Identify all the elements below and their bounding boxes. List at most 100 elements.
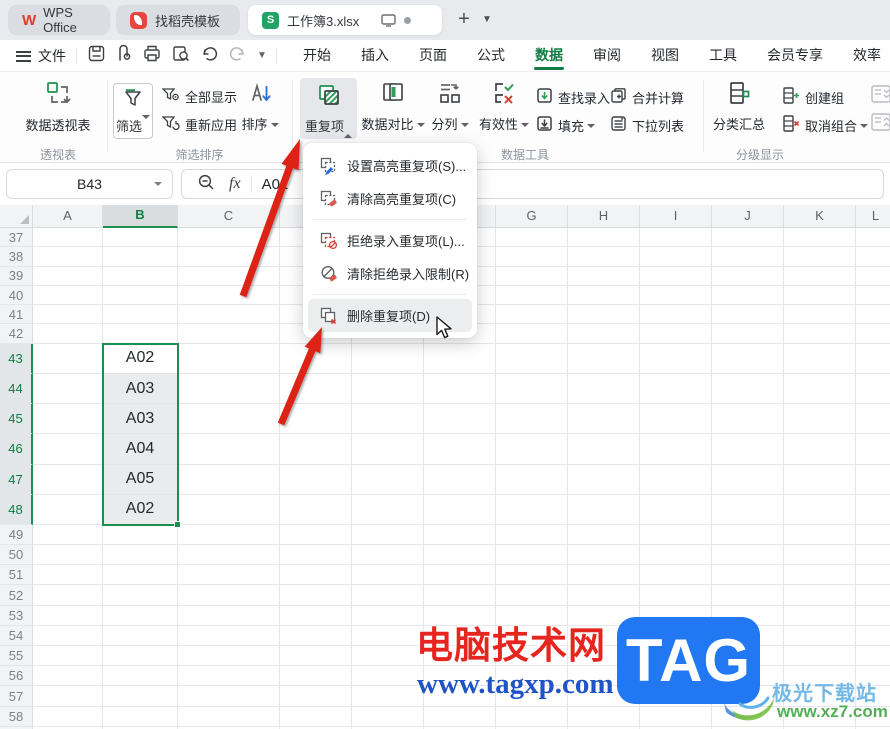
cell-J49[interactable] xyxy=(712,524,784,546)
cell-A38[interactable] xyxy=(33,247,103,267)
cell-L56[interactable] xyxy=(856,666,890,687)
cell-C49[interactable] xyxy=(178,524,280,546)
cell-B44[interactable]: A03 xyxy=(103,373,178,405)
cell-K42[interactable] xyxy=(784,324,856,344)
cell-C39[interactable] xyxy=(178,266,280,286)
cell-H58[interactable] xyxy=(568,706,640,727)
cell-G48[interactable] xyxy=(496,494,568,525)
cell-J46[interactable] xyxy=(712,434,784,465)
cell-K37[interactable] xyxy=(784,228,856,248)
cell-D43[interactable] xyxy=(280,343,352,374)
consolidate-button[interactable]: 合并计算 xyxy=(610,87,684,107)
cell-K41[interactable] xyxy=(784,305,856,325)
cell-J38[interactable] xyxy=(712,247,784,267)
cell-C53[interactable] xyxy=(178,605,280,626)
cell-E51[interactable] xyxy=(352,565,424,586)
cell-A43[interactable] xyxy=(33,343,103,374)
cell-H37[interactable] xyxy=(568,228,640,248)
hide-detail-icon[interactable] xyxy=(871,113,890,134)
cell-L44[interactable] xyxy=(856,374,890,405)
cell-E57[interactable] xyxy=(352,686,424,707)
cell-I54[interactable] xyxy=(640,625,712,647)
cell-E48[interactable] xyxy=(352,494,424,525)
ribbon-tab-审阅[interactable]: 审阅 xyxy=(578,40,636,72)
cell-L47[interactable] xyxy=(856,465,890,495)
row-header-49[interactable]: 49 xyxy=(0,524,33,546)
cell-K53[interactable] xyxy=(784,605,856,626)
cell-E58[interactable] xyxy=(352,706,424,727)
cell-J48[interactable] xyxy=(712,494,784,525)
cell-A58[interactable] xyxy=(33,706,103,727)
cell-C47[interactable] xyxy=(178,464,280,495)
cell-F43[interactable] xyxy=(424,343,496,374)
cell-I40[interactable] xyxy=(640,285,712,306)
create-group-button[interactable]: 创建组 xyxy=(782,87,844,107)
row-header-43[interactable]: 43 xyxy=(0,343,33,374)
cell-G54[interactable] xyxy=(496,625,568,647)
cell-H47[interactable] xyxy=(568,464,640,495)
undo-icon[interactable] xyxy=(201,46,218,62)
cell-I44[interactable] xyxy=(640,373,712,405)
cell-B41[interactable] xyxy=(103,305,178,325)
cell-J51[interactable] xyxy=(712,565,784,586)
cell-L50[interactable] xyxy=(856,545,890,566)
cell-H57[interactable] xyxy=(568,686,640,707)
cell-H50[interactable] xyxy=(568,545,640,566)
ribbon-tab-公式[interactable]: 公式 xyxy=(462,40,520,72)
cell-C55[interactable] xyxy=(178,646,280,667)
ribbon-tab-视图[interactable]: 视图 xyxy=(636,40,694,72)
cell-K46[interactable] xyxy=(784,434,856,465)
cell-H38[interactable] xyxy=(568,247,640,267)
cell-K47[interactable] xyxy=(784,464,856,495)
cell-L39[interactable] xyxy=(856,267,890,286)
cell-K57[interactable] xyxy=(784,686,856,707)
row-header-57[interactable]: 57 xyxy=(0,686,33,707)
cell-K45[interactable] xyxy=(784,404,856,435)
cell-C58[interactable] xyxy=(178,706,280,727)
tab-list-chevron-icon[interactable]: ▼ xyxy=(482,14,492,25)
cell-G56[interactable] xyxy=(496,666,568,687)
cell-E43[interactable] xyxy=(352,343,424,374)
cell-D54[interactable] xyxy=(280,625,352,647)
row-header-39[interactable]: 39 xyxy=(0,266,33,286)
cell-G47[interactable] xyxy=(496,464,568,495)
row-header-58[interactable]: 58 xyxy=(0,706,33,727)
cell-F53[interactable] xyxy=(424,605,496,626)
ungroup-button[interactable]: 取消组合 xyxy=(782,115,869,135)
cell-L42[interactable] xyxy=(856,324,890,344)
cell-F57[interactable] xyxy=(424,686,496,707)
cell-J54[interactable] xyxy=(712,625,784,647)
formula-input[interactable]: fx A02 xyxy=(181,169,884,199)
row-header-53[interactable]: 53 xyxy=(0,605,33,626)
cell-I47[interactable] xyxy=(640,464,712,495)
cell-B48[interactable]: A02 xyxy=(103,494,178,525)
export-pdf-icon[interactable] xyxy=(116,45,132,62)
cell-H54[interactable] xyxy=(568,625,640,647)
col-header-G[interactable]: G xyxy=(496,205,568,228)
row-header-55[interactable]: 55 xyxy=(0,646,33,667)
cell-L48[interactable] xyxy=(856,495,890,525)
file-menu[interactable]: 文件 xyxy=(16,46,66,66)
cell-D45[interactable] xyxy=(280,404,352,435)
new-tab-button[interactable]: + xyxy=(452,8,476,31)
cell-G44[interactable] xyxy=(496,373,568,405)
cell-J43[interactable] xyxy=(712,343,784,374)
cell-A53[interactable] xyxy=(33,605,103,626)
cell-E47[interactable] xyxy=(352,464,424,495)
cell-C42[interactable] xyxy=(178,324,280,344)
cell-F47[interactable] xyxy=(424,464,496,495)
cell-J47[interactable] xyxy=(712,464,784,495)
cell-C48[interactable] xyxy=(178,494,280,525)
cell-L40[interactable] xyxy=(856,286,890,306)
cell-F55[interactable] xyxy=(424,646,496,667)
cell-J50[interactable] xyxy=(712,545,784,566)
cell-L43[interactable] xyxy=(856,344,890,374)
row-header-37[interactable]: 37 xyxy=(0,228,33,248)
cell-F44[interactable] xyxy=(424,373,496,405)
cell-I52[interactable] xyxy=(640,585,712,606)
cell-J57[interactable] xyxy=(712,686,784,707)
cell-G37[interactable] xyxy=(496,228,568,248)
cell-J58[interactable] xyxy=(712,706,784,727)
cell-E55[interactable] xyxy=(352,646,424,667)
cell-K54[interactable] xyxy=(784,625,856,647)
